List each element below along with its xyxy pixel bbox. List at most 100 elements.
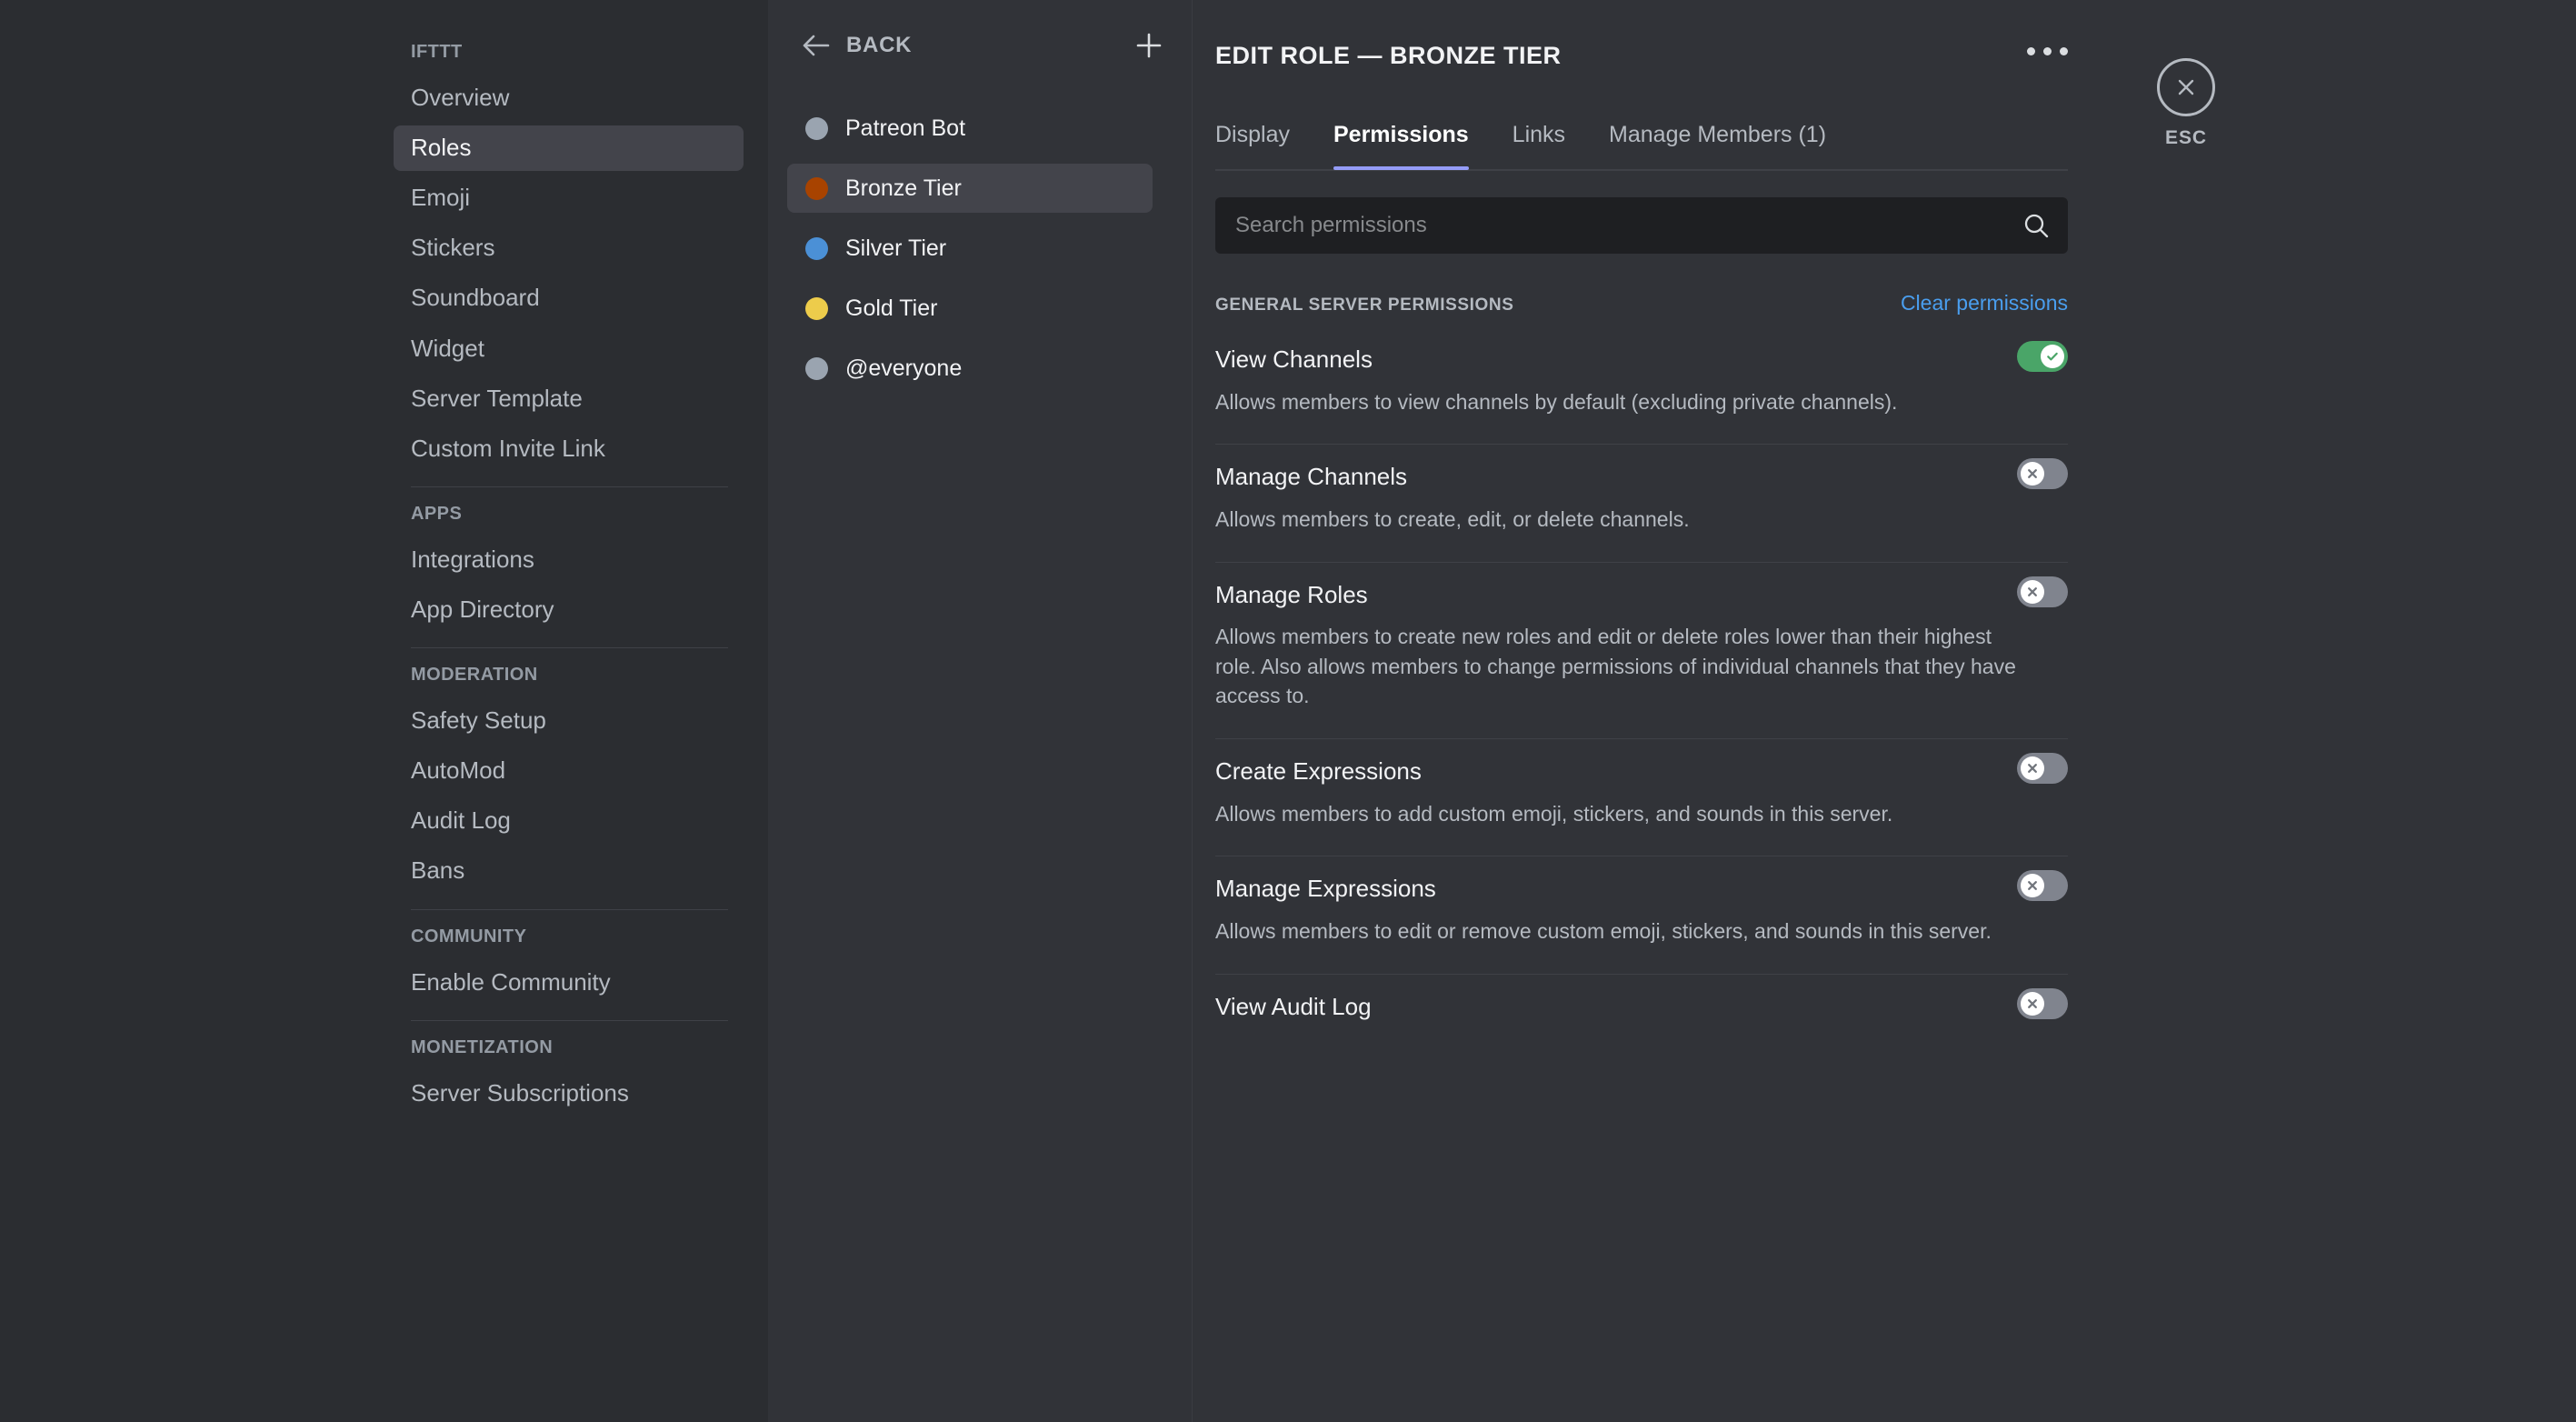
search-permissions-bar[interactable]: [1215, 197, 2068, 254]
esc-label: ESC: [2165, 127, 2207, 148]
permission-item: Manage Roles Allows members to create new…: [1215, 563, 2068, 740]
sidebar-item-stickers[interactable]: Stickers: [394, 225, 744, 271]
sidebar-item-bans[interactable]: Bans: [394, 848, 744, 894]
permission-toggle[interactable]: [2017, 987, 2068, 1019]
back-label[interactable]: BACK: [846, 33, 1133, 58]
settings-sidebar: IFTTT Overview Roles Emoji Stickers Soundboar…: [394, 0, 768, 1422]
role-color-dot: [805, 356, 828, 380]
role-name: @everyone: [845, 355, 963, 381]
role-name: Silver Tier: [845, 235, 947, 261]
discord-server-settings: IFTTT Overview Roles Emoji Stickers Soundboar…: [0, 0, 2576, 1422]
sidebar-item-server-subscriptions[interactable]: Server Subscriptions: [394, 1071, 744, 1117]
roles-panel-header: BACK: [768, 20, 1192, 71]
permissions-list: View Channels Allows members to view chan…: [1215, 327, 2068, 1019]
permission-toggle[interactable]: [2017, 753, 2068, 785]
sidebar-group-header: MONETIZATION: [411, 1036, 554, 1057]
role-list-item[interactable]: Patreon Bot: [787, 104, 1153, 153]
search-icon[interactable]: [2022, 212, 2050, 239]
sidebar-item-enable-community[interactable]: Enable Community: [394, 960, 744, 1006]
permission-row: View Audit Log: [1215, 987, 2068, 1020]
role-list-item[interactable]: Bronze Tier: [787, 164, 1153, 213]
tab-manage-members-1[interactable]: Manage Members (1): [1609, 124, 1826, 169]
permission-label: Create Expressions: [1215, 757, 1422, 786]
role-list-item[interactable]: Silver Tier: [787, 224, 1153, 273]
tab-links[interactable]: Links: [1513, 124, 1565, 169]
permission-row: Create Expressions: [1215, 753, 2068, 785]
sidebar-item-emoji[interactable]: Emoji: [394, 175, 744, 221]
toggle-knob: [2041, 345, 2064, 368]
permissions-section-header: GENERAL SERVER PERMISSIONS Clear permiss…: [1215, 291, 2068, 315]
sidebar-group-header: MODERATION: [411, 665, 538, 686]
permission-label: View Audit Log: [1215, 992, 1372, 1020]
sidebar-item-soundboard[interactable]: Soundboard: [394, 275, 744, 321]
sidebar-divider: [411, 486, 728, 487]
search-input[interactable]: [1235, 213, 2022, 238]
role-color-dot: [805, 116, 828, 140]
clear-permissions-button[interactable]: Clear permissions: [1901, 291, 2068, 315]
sidebar-item-app-directory[interactable]: App Directory: [394, 587, 744, 633]
role-color-dot: [805, 176, 828, 200]
sidebar-item-integrations[interactable]: Integrations: [394, 537, 744, 583]
permission-row: View Channels: [1215, 341, 2068, 373]
permission-toggle[interactable]: [2017, 341, 2068, 372]
permission-item: View Channels Allows members to view chan…: [1215, 327, 2068, 446]
role-editor-panel: EDIT ROLE — BRONZE TIER Display Permissio…: [1192, 0, 2576, 1422]
sidebar-divider: [411, 908, 728, 910]
kebab-dot: [2027, 47, 2035, 55]
role-color-dot: [805, 296, 828, 320]
sidebar-item-custom-invite-link[interactable]: Custom Invite Link: [394, 426, 744, 472]
permission-row: Manage Roles: [1215, 576, 2068, 608]
permission-label: Manage Roles: [1215, 580, 1368, 608]
permission-toggle[interactable]: [2017, 458, 2068, 490]
page-title: EDIT ROLE — BRONZE TIER: [1215, 42, 1562, 69]
role-name: Bronze Tier: [845, 175, 962, 201]
sidebar-item-audit-log[interactable]: Audit Log: [394, 798, 744, 844]
roles-list-panel: BACK Patreon Bot Bronze Tier Silver Tier Go…: [768, 0, 1192, 1422]
permission-label: Manage Channels: [1215, 463, 1408, 491]
arrow-left-icon[interactable]: [801, 30, 832, 61]
plus-icon[interactable]: [1133, 30, 1164, 61]
role-editor-tabs: Display Permissions Links Manage Members (1…: [1215, 124, 2068, 170]
toggle-knob: [2021, 991, 2044, 1016]
roles-list: Patreon Bot Bronze Tier Silver Tier Gold Ti…: [768, 104, 1192, 393]
role-list-item[interactable]: Gold Tier: [787, 284, 1153, 333]
close-modal-control: ESC: [2128, 58, 2244, 149]
kebab-dot: [2060, 47, 2068, 55]
permission-item: Manage Channels Allows members to create,…: [1215, 445, 2068, 563]
tab-display[interactable]: Display: [1215, 124, 1290, 169]
permission-description: Allows members to edit or remove custom …: [1215, 918, 1992, 943]
sidebar-item-server-template[interactable]: Server Template: [394, 376, 744, 422]
role-name: Patreon Bot: [845, 115, 966, 141]
sidebar-item-safety-setup[interactable]: Safety Setup: [394, 698, 744, 744]
kebab-dot: [2043, 47, 2052, 55]
role-list-item[interactable]: @everyone: [787, 344, 1153, 393]
toggle-knob: [2021, 579, 2044, 604]
sidebar-item-overview[interactable]: Overview: [394, 75, 744, 121]
permission-label: View Channels: [1215, 345, 1373, 373]
more-horizontal-icon[interactable]: [2027, 44, 2068, 55]
sidebar-item-widget[interactable]: Widget: [394, 326, 744, 372]
sidebar-group-header: COMMUNITY: [411, 926, 527, 946]
sidebar-group-header: APPS: [411, 503, 463, 524]
permission-description: Allows members to add custom emoji, stic…: [1215, 801, 1893, 826]
tab-permissions[interactable]: Permissions: [1333, 124, 1469, 170]
sidebar-item-roles[interactable]: Roles: [394, 125, 744, 172]
role-color-dot: [805, 236, 828, 260]
permission-item: View Audit Log: [1215, 975, 2068, 1020]
sidebar-gutter: [0, 0, 394, 1422]
permission-toggle[interactable]: [2017, 870, 2068, 902]
toggle-knob: [2021, 874, 2044, 898]
sidebar-item-automod[interactable]: AutoMod: [394, 748, 744, 794]
sidebar-divider: [411, 647, 728, 649]
permission-toggle[interactable]: [2017, 576, 2068, 607]
permission-row: Manage Channels: [1215, 458, 2068, 490]
toggle-knob: [2021, 756, 2044, 781]
sidebar-divider: [411, 1019, 728, 1021]
permission-item: Create Expressions Allows members to add …: [1215, 739, 2068, 857]
role-name: Gold Tier: [845, 295, 938, 321]
close-icon[interactable]: [2157, 58, 2215, 116]
permission-item: Manage Expressions Allows members to edit…: [1215, 856, 2068, 975]
sidebar-group-header: IFTTT: [411, 42, 463, 62]
section-title: GENERAL SERVER PERMISSIONS: [1215, 295, 1514, 315]
permission-description: Allows members to create, edit, or delet…: [1215, 506, 1690, 531]
